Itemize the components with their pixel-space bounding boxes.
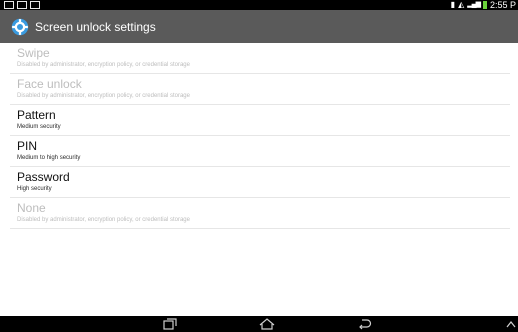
option-pattern[interactable]: Pattern Medium security xyxy=(10,105,510,136)
wifi-icon: ◭ xyxy=(458,0,465,9)
option-face-unlock: Face unlock Disabled by administrator, e… xyxy=(10,74,510,105)
back-icon[interactable] xyxy=(358,318,372,330)
status-right: ▮ ◭ ▂▄▆ 2:55 P xyxy=(451,0,516,10)
option-subtitle: Disabled by administrator, encryption po… xyxy=(17,93,190,99)
option-title: Swipe xyxy=(17,46,50,60)
menu-up-icon[interactable] xyxy=(506,318,516,330)
option-subtitle: Medium security xyxy=(17,124,61,130)
action-bar: Screen unlock settings xyxy=(0,10,518,43)
mail-icon xyxy=(17,1,27,9)
photo-icon xyxy=(30,1,40,9)
option-password[interactable]: Password High security xyxy=(10,167,510,198)
home-icon[interactable] xyxy=(259,318,275,330)
battery-icon xyxy=(482,1,487,9)
option-none: None Disabled by administrator, encrypti… xyxy=(10,198,510,229)
navigation-bar xyxy=(0,316,518,332)
page-title: Screen unlock settings xyxy=(35,19,156,34)
option-pin[interactable]: PIN Medium to high security xyxy=(10,136,510,167)
option-title: PIN xyxy=(17,139,38,153)
option-subtitle: Disabled by administrator, encryption po… xyxy=(17,62,190,68)
recent-apps-icon[interactable] xyxy=(163,318,177,330)
signal-icon: ▂▄▆ xyxy=(467,1,481,8)
option-subtitle: High security xyxy=(17,186,52,192)
option-swipe: Swipe Disabled by administrator, encrypt… xyxy=(10,43,510,74)
option-subtitle: Disabled by administrator, encryption po… xyxy=(17,217,190,223)
status-bar: ▮ ◭ ▂▄▆ 2:55 P xyxy=(0,0,518,10)
option-title: None xyxy=(17,201,46,215)
option-title: Pattern xyxy=(17,108,56,122)
option-subtitle: Medium to high security xyxy=(17,155,81,161)
gallery-icon xyxy=(4,1,14,9)
status-left-icons xyxy=(4,1,40,9)
option-title: Face unlock xyxy=(17,77,82,91)
vibrate-icon: ▮ xyxy=(450,0,456,9)
settings-gear-icon[interactable] xyxy=(11,18,29,36)
option-title: Password xyxy=(17,170,70,184)
status-time: 2:55 P xyxy=(489,0,516,10)
unlock-options-list: Swipe Disabled by administrator, encrypt… xyxy=(0,43,518,229)
